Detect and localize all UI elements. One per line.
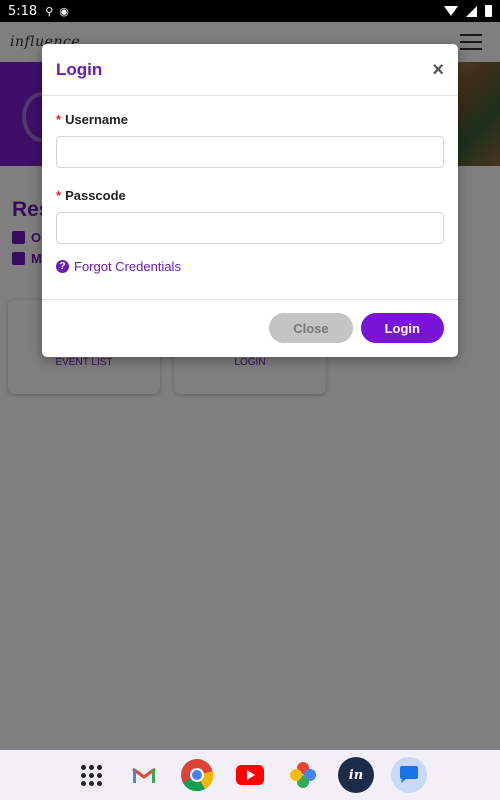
photos-icon[interactable] [285, 757, 321, 793]
status-time: 5:18 [8, 3, 38, 19]
battery-icon [485, 5, 492, 17]
app-drawer-icon[interactable] [73, 757, 109, 793]
messages-icon[interactable] [391, 757, 427, 793]
username-label: * Username [56, 112, 444, 127]
status-bar: 5:18 ⚲ ◉ [0, 0, 500, 22]
wifi-icon [444, 6, 458, 16]
forgot-credentials-link[interactable]: ? Forgot Credentials [56, 259, 444, 274]
influence-app-icon[interactable]: in [338, 757, 374, 793]
forgot-credentials-text: Forgot Credentials [74, 259, 181, 274]
close-icon[interactable]: × [432, 60, 444, 80]
modal-body: * Username * Passcode ? Forgot Credentials [42, 96, 458, 300]
username-input[interactable] [56, 136, 444, 168]
modal-footer: Close Login [42, 300, 458, 356]
login-button[interactable]: Login [360, 313, 444, 343]
passcode-label: * Passcode [56, 188, 444, 203]
passcode-label-text: Passcode [65, 188, 126, 203]
login-modal: Login × * Username * Passcode ? Forgot Cre… [42, 44, 458, 357]
required-marker: * [56, 112, 62, 127]
modal-title: Login [56, 59, 103, 79]
gmail-icon[interactable] [126, 757, 162, 793]
required-marker: * [56, 188, 62, 203]
close-button[interactable]: Close [269, 313, 353, 343]
passcode-input[interactable] [56, 212, 444, 244]
signal-icon [466, 5, 477, 17]
username-label-text: Username [65, 112, 128, 127]
notification-icon: ◉ [59, 4, 69, 18]
question-circle-icon: ? [56, 260, 69, 273]
modal-header: Login × [42, 44, 458, 96]
chrome-icon[interactable] [179, 757, 215, 793]
app-dock: in [0, 750, 500, 800]
youtube-icon[interactable] [232, 757, 268, 793]
usb-icon: ⚲ [45, 4, 54, 18]
